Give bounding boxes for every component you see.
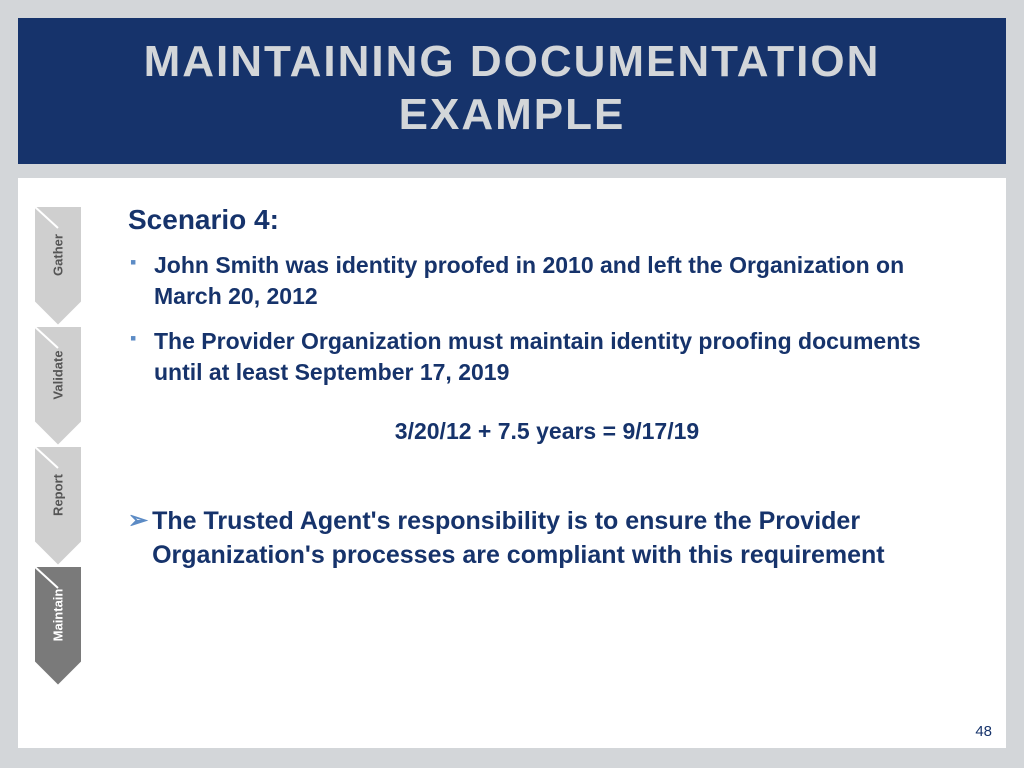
scenario-heading: Scenario 4: [128,204,966,236]
chevron-maintain: Maintain [34,566,82,676]
body-area: Gather Validate Report Maintain Scenario 4:… [18,178,1006,748]
bullet-list: John Smith was identity proofed in 2010 … [128,250,966,388]
chevron-label: Gather [51,234,66,276]
chevron-label: Report [51,474,66,516]
list-item: John Smith was identity proofed in 2010 … [150,250,966,312]
chevron-gather: Gather [34,206,82,316]
arrow-icon: ➢ [128,505,148,537]
chevron-validate: Validate [34,326,82,436]
chevron-report: Report [34,446,82,556]
list-item: The Provider Organization must maintain … [150,326,966,388]
slide-title: MAINTAINING DOCUMENTATION EXAMPLE [28,36,996,142]
key-point-text: The Trusted Agent's responsibility is to… [152,505,966,573]
slide: MAINTAINING DOCUMENTATION EXAMPLE Gather… [0,0,1024,768]
chevron-label: Validate [51,351,66,400]
process-chevrons: Gather Validate Report Maintain [34,206,94,686]
date-equation: 3/20/12 + 7.5 years = 9/17/19 [128,418,966,445]
key-point: ➢ The Trusted Agent's responsibility is … [128,505,966,573]
title-bar: MAINTAINING DOCUMENTATION EXAMPLE [18,18,1006,164]
chevron-label: Maintain [51,589,66,642]
page-number: 48 [975,723,992,740]
